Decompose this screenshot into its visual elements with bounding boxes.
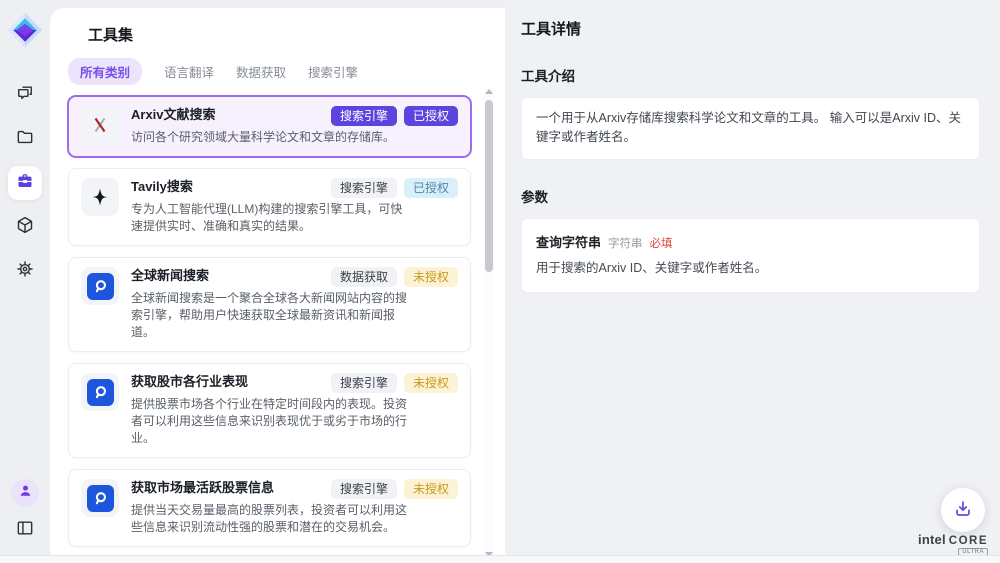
tavily-icon: [81, 178, 119, 216]
tool-badges: 搜索引擎未授权: [331, 479, 458, 499]
tool-description: 提供当天交易量最高的股票列表，投资者可以利用这些信息来识别流动性强的股票和潜在的…: [131, 502, 413, 536]
scroll-up-button[interactable]: [485, 89, 493, 94]
tool-category-badge: 搜索引擎: [331, 479, 397, 499]
tool-title: Tavily搜索: [131, 178, 193, 195]
q-search-icon: [81, 479, 119, 517]
tool-card-body: 获取股市各行业表现 搜索引擎未授权提供股票市场各个行业在特定时间段内的表现。投资者…: [131, 373, 458, 447]
app-window: 工具集 所有类别语言翻译数据获取搜索引擎 Arxiv文献搜索搜索引擎已授权访问各…: [0, 0, 1000, 563]
sidebar-item-chat[interactable]: [8, 78, 42, 112]
tool-card[interactable]: 全球新闻搜索 数据获取未授权全球新闻搜索是一个聚合全球各大新闻网站内容的搜索引擎，…: [68, 257, 471, 352]
tool-auth-badge: 未授权: [404, 373, 458, 393]
tool-description: 访问各个研究领域大量科学论文和文章的存储库。: [131, 129, 413, 146]
params-heading: 参数: [521, 186, 980, 206]
cube-icon: [15, 215, 35, 240]
tool-auth-badge: 已授权: [404, 106, 458, 126]
tool-category-badge: 搜索引擎: [331, 106, 397, 126]
tool-card[interactable]: Arxiv文献搜索 搜索引擎已授权访问各个研究领域大量科学论文和文章的存储库。: [68, 96, 471, 157]
tool-auth-badge: 未授权: [404, 479, 458, 499]
intel-core-logo: intel core ultra: [918, 532, 988, 556]
tool-card[interactable]: 获取股市各行业表现 搜索引擎未授权提供股票市场各个行业在特定时间段内的表现。投资者…: [68, 363, 471, 458]
download-icon: [952, 498, 974, 523]
tool-auth-badge: 未授权: [404, 267, 458, 287]
download-button[interactable]: [941, 488, 985, 532]
gear-icon: [15, 259, 35, 284]
chat-icon: [15, 83, 35, 108]
tool-title: 全球新闻搜索: [131, 267, 209, 284]
collapse-sidebar-button[interactable]: [11, 516, 39, 544]
scrollbar[interactable]: [484, 86, 494, 556]
sidebar-item-models[interactable]: [8, 210, 42, 244]
tool-badges: 搜索引擎已授权: [331, 106, 458, 126]
brand-intel: intel: [918, 532, 946, 547]
param-name: 查询字符串: [536, 232, 601, 251]
tool-auth-badge: 已授权: [404, 178, 458, 198]
tools-panel: 工具集 所有类别语言翻译数据获取搜索引擎 Arxiv文献搜索搜索引擎已授权访问各…: [50, 8, 505, 556]
param-required-badge: 必填: [650, 235, 673, 251]
intro-heading: 工具介绍: [521, 65, 980, 85]
tab-data-fetch[interactable]: 数据获取: [236, 58, 286, 85]
tab-search-engine[interactable]: 搜索引擎: [308, 58, 358, 85]
tab-all-categories[interactable]: 所有类别: [68, 58, 142, 85]
tool-title: 获取股市各行业表现: [131, 373, 248, 390]
tool-badges: 数据获取未授权: [331, 267, 458, 287]
q-search-icon: [81, 267, 119, 305]
tool-intro-card: 一个用于从Arxiv存储库搜索科学论文和文章的工具。 输入可以是Arxiv ID…: [521, 97, 980, 160]
arxiv-icon: [81, 106, 119, 144]
tool-description: 全球新闻搜索是一个聚合全球各大新闻网站内容的搜索引擎，帮助用户快速获取全球最新资…: [131, 290, 413, 341]
tool-description: 提供股票市场各个行业在特定时间段内的表现。投资者可以利用这些信息来识别表现优于或…: [131, 396, 413, 447]
category-tabs: 所有类别语言翻译数据获取搜索引擎: [68, 58, 487, 85]
tool-category-badge: 搜索引擎: [331, 178, 397, 198]
tool-card[interactable]: 获取市场最活跃股票信息 搜索引擎未授权提供当天交易量最高的股票列表，投资者可以利用…: [68, 469, 471, 547]
scrollbar-thumb[interactable]: [485, 100, 493, 272]
tool-category-badge: 数据获取: [331, 267, 397, 287]
app-logo-icon[interactable]: [7, 12, 43, 48]
tool-card-body: 全球新闻搜索 数据获取未授权全球新闻搜索是一个聚合全球各大新闻网站内容的搜索引擎，…: [131, 267, 458, 341]
tool-list: Arxiv文献搜索搜索引擎已授权访问各个研究领域大量科学论文和文章的存储库。Ta…: [68, 96, 471, 556]
tool-card-body: Tavily搜索 搜索引擎已授权专为人工智能代理(LLM)构建的搜索引擎工具，可快…: [131, 178, 458, 235]
tool-card[interactable]: Tavily搜索 搜索引擎已授权专为人工智能代理(LLM)构建的搜索引擎工具，可快…: [68, 168, 471, 246]
page-title: 工具集: [88, 24, 505, 45]
sidebar-item-settings[interactable]: [8, 254, 42, 288]
tool-card-body: 获取市场最活跃股票信息 搜索引擎未授权提供当天交易量最高的股票列表，投资者可以利用…: [131, 479, 458, 536]
brand-core: core: [949, 535, 988, 547]
details-title: 工具详情: [521, 18, 980, 39]
toolbox-icon: [15, 171, 35, 196]
folder-icon: [15, 127, 35, 152]
user-avatar[interactable]: [11, 479, 39, 507]
sidebar-item-tools[interactable]: [8, 166, 42, 200]
tool-details-panel: 工具详情 工具介绍 一个用于从Arxiv存储库搜索科学论文和文章的工具。 输入可…: [505, 0, 1000, 556]
window-bottom-edge: [0, 555, 1000, 563]
tab-language-translation[interactable]: 语言翻译: [164, 58, 214, 85]
tool-intro-text: 一个用于从Arxiv存储库搜索科学论文和文章的工具。 输入可以是Arxiv ID…: [536, 111, 961, 144]
sidebar-nav: [8, 78, 42, 288]
tool-title: 获取市场最活跃股票信息: [131, 479, 274, 496]
tool-category-badge: 搜索引擎: [331, 373, 397, 393]
sidebar-item-files[interactable]: [8, 122, 42, 156]
param-type: 字符串: [608, 235, 643, 251]
tool-title: Arxiv文献搜索: [131, 106, 216, 123]
user-avatar-icon: [17, 482, 34, 504]
tool-description: 专为人工智能代理(LLM)构建的搜索引擎工具，可快速提供实时、准确和真实的结果。: [131, 201, 413, 235]
params-card: 查询字符串字符串必填用于搜索的Arxiv ID、关键字或作者姓名。: [521, 218, 980, 293]
tool-card-body: Arxiv文献搜索 搜索引擎已授权访问各个研究领域大量科学论文和文章的存储库。: [131, 106, 458, 146]
sidebar-bottom: [11, 479, 39, 544]
sidebar: [0, 0, 50, 556]
q-search-icon: [81, 373, 119, 411]
collapse-sidebar-icon: [15, 518, 35, 543]
tool-badges: 搜索引擎已授权: [331, 178, 458, 198]
tool-badges: 搜索引擎未授权: [331, 373, 458, 393]
param-description: 用于搜索的Arxiv ID、关键字或作者姓名。: [536, 259, 965, 278]
